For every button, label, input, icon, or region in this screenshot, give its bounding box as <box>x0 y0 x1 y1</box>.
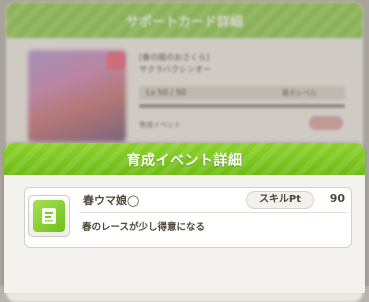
event-effect: 春のレースが少し得意になる <box>82 222 206 233</box>
event-icon-inner <box>33 200 65 232</box>
card-icon <box>42 208 56 224</box>
skill-pt-badge: スキルPt <box>246 191 314 209</box>
skill-pt-value: 90 <box>329 192 345 205</box>
dialog-header: 育成イベント詳細 <box>4 143 365 175</box>
event-detail-dialog: 育成イベント詳細 春ウマ娘◯ スキルPt 90 春のレースが少し得意になる <box>4 143 365 293</box>
dialog-title: 育成イベント詳細 <box>126 153 243 169</box>
event-divider <box>79 212 347 213</box>
event-name: 春ウマ娘◯ <box>83 194 140 207</box>
event-card-icon <box>28 195 70 237</box>
event-card: 春ウマ娘◯ スキルPt 90 春のレースが少し得意になる <box>24 187 352 248</box>
